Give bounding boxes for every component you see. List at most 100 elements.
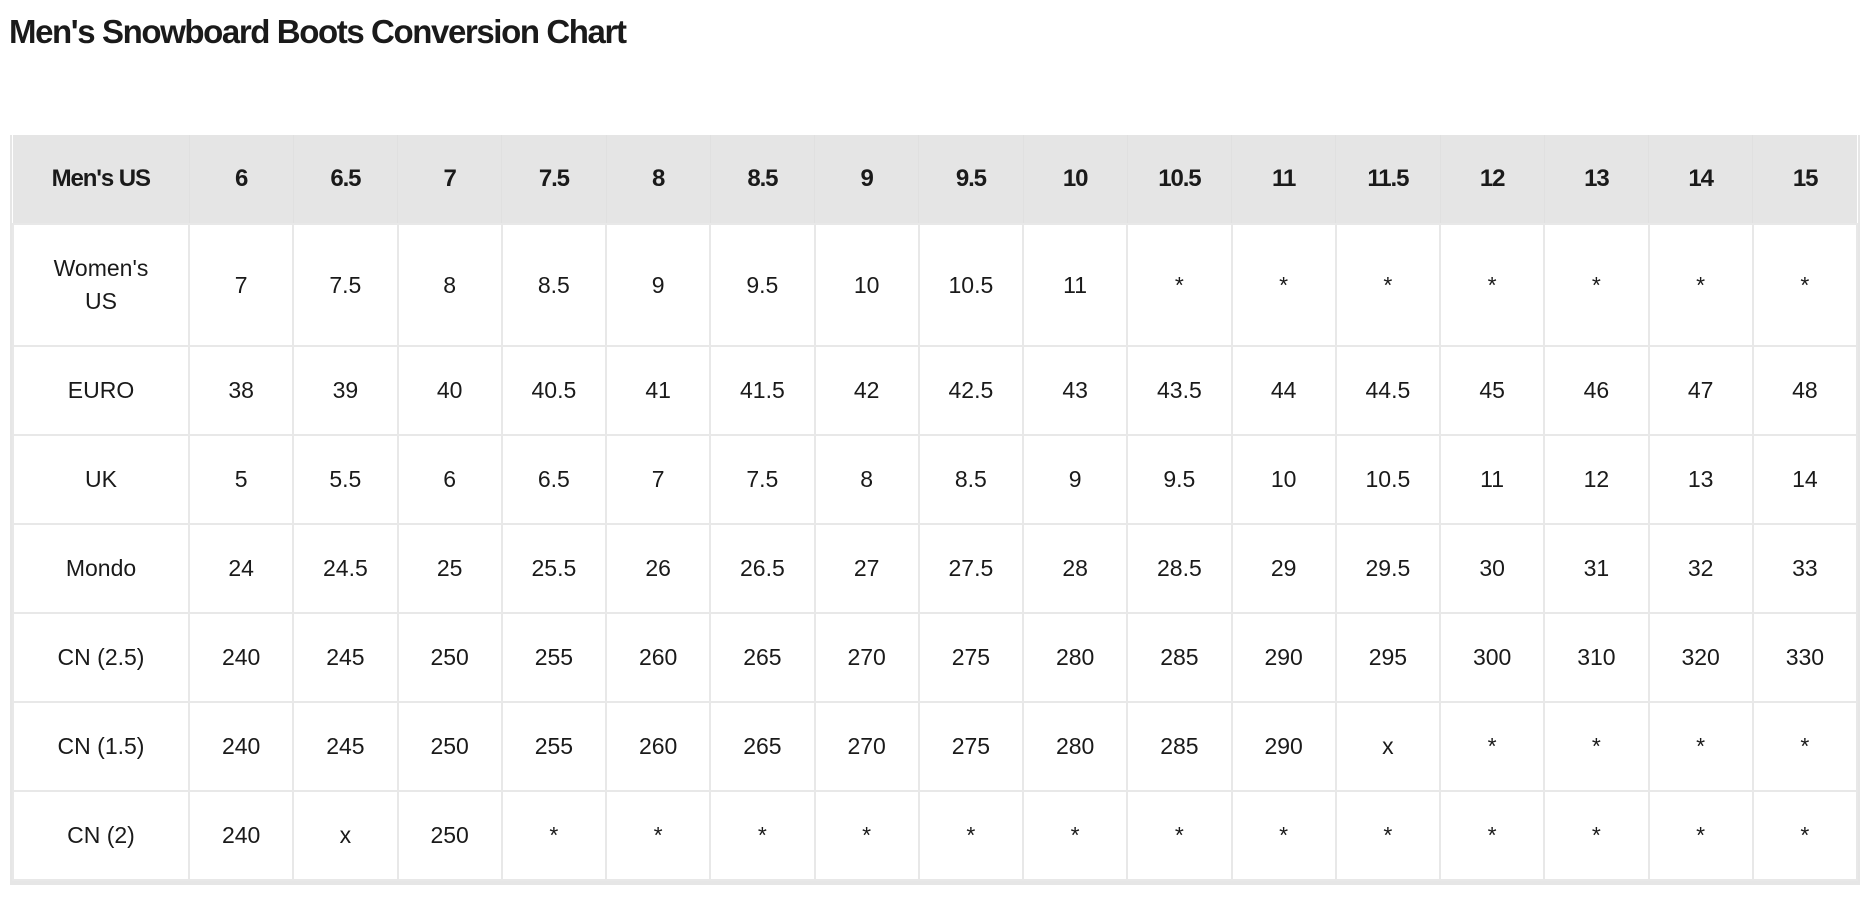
header-size-cell: 7.5 [501, 135, 606, 224]
header-size-cell: 10.5 [1126, 135, 1232, 224]
row-label: Mondo [12, 523, 190, 614]
table-cell: 295 [1334, 612, 1442, 703]
table-cell: * [1751, 790, 1859, 881]
table-cell: 280 [1021, 612, 1129, 703]
table-cell: 265 [709, 701, 816, 792]
table-cell: * [1230, 790, 1337, 881]
table-cell: 250 [396, 790, 503, 881]
table-cell: 46 [1543, 345, 1650, 436]
table-cell: 24.5 [292, 523, 399, 614]
table-cell: 28.5 [1126, 523, 1233, 614]
size-conversion-table-container: Men's US 6 6.5 7 7.5 8 8.5 9 9.5 10 10.5 11 11.5 12 1… [10, 135, 1860, 885]
row-label: CN (1.5) [12, 701, 190, 792]
size-conversion-table: Men's US 6 6.5 7 7.5 8 8.5 9 9.5 10 10.5 11 11.5 12 1… [12, 135, 1859, 881]
table-cell: 8 [396, 223, 503, 347]
header-row: Men's US 6 6.5 7 7.5 8 8.5 9 9.5 10 10.5 11 11.5 12 1… [13, 135, 1857, 224]
table-cell: * [1543, 223, 1650, 347]
table-cell: * [1126, 790, 1233, 881]
table-cell: 7 [187, 223, 295, 347]
table-cell: 250 [396, 701, 503, 792]
table-cell: 43 [1021, 345, 1129, 436]
table-cell: * [1126, 223, 1233, 347]
table-cell: 11 [1021, 223, 1129, 347]
table-cell: * [604, 790, 712, 881]
table-cell: * [1438, 223, 1546, 347]
table-cell: 28 [1021, 523, 1129, 614]
table-body: Women's US 7 7.5 8 8.5 9 9.5 10 10.5 11 * * * * * * * EUR… [12, 223, 1859, 881]
table-cell: 6.5 [500, 434, 608, 525]
table-cell: 30 [1438, 523, 1546, 614]
table-cell: 25 [396, 523, 503, 614]
table-cell: 290 [1230, 701, 1337, 792]
table-cell: 255 [500, 701, 608, 792]
table-cell: * [1647, 701, 1754, 792]
table-cell: 6 [396, 434, 503, 525]
header-label-mens-us: Men's US [13, 135, 189, 224]
table-cell: 10 [1230, 434, 1337, 525]
header-size-cell: 14 [1647, 135, 1753, 224]
table-cell: * [500, 790, 608, 881]
table-row: UK 5 5.5 6 6.5 7 7.5 8 8.5 9 9.5 10 10.5 11 12 13 14 [12, 434, 1859, 525]
table-cell: 260 [604, 701, 712, 792]
header-size-cell: 11 [1230, 135, 1336, 224]
header-size-cell: 7 [396, 135, 502, 224]
table-cell: 8.5 [500, 223, 608, 347]
table-cell: * [1334, 790, 1442, 881]
table-cell: 42.5 [917, 345, 1025, 436]
table-row: CN (2) 240 x 250 * * * * * * * * * * * * * [12, 790, 1859, 881]
table-cell: 11 [1438, 434, 1546, 525]
row-label: CN (2) [12, 790, 190, 881]
table-cell: 31 [1543, 523, 1650, 614]
header-size-cell: 10 [1022, 135, 1128, 224]
table-cell: * [1543, 701, 1650, 792]
table-cell: 7.5 [292, 223, 399, 347]
table-cell: * [813, 790, 920, 881]
header-size-cell: 8 [605, 135, 711, 224]
table-cell: * [1230, 223, 1337, 347]
table-cell: * [709, 790, 816, 881]
table-cell: 10.5 [917, 223, 1025, 347]
header-size-cell: 9.5 [918, 135, 1023, 224]
table-cell: 40.5 [500, 345, 608, 436]
table-cell: 5.5 [292, 434, 399, 525]
table-cell: 8 [813, 434, 920, 525]
table-cell: 38 [187, 345, 295, 436]
table-cell: 250 [396, 612, 503, 703]
table-cell: 8.5 [917, 434, 1025, 525]
table-cell: 5 [187, 434, 295, 525]
table-row: CN (2.5) 240 245 250 255 260 265 270 275 280 285 29… [12, 612, 1859, 703]
table-cell: 7 [604, 434, 712, 525]
table-cell: 41.5 [709, 345, 816, 436]
table-cell: 48 [1751, 345, 1859, 436]
table-cell: 275 [917, 612, 1025, 703]
table-cell: 29 [1230, 523, 1337, 614]
table-cell: 9 [604, 223, 712, 347]
table-cell: 240 [187, 790, 295, 881]
page-title: Men's Snowboard Boots Conversion Chart [9, 13, 627, 50]
table-cell: * [1647, 223, 1754, 347]
row-label: UK [12, 434, 190, 525]
row-label: EURO [12, 345, 190, 436]
table-cell: 9.5 [1126, 434, 1233, 525]
table-header: Men's US 6 6.5 7 7.5 8 8.5 9 9.5 10 10.5 11 11.5 12 1… [13, 135, 1857, 224]
header-size-cell: 6.5 [292, 135, 398, 224]
header-size-cell: 6 [188, 135, 294, 224]
table-cell: * [1438, 701, 1546, 792]
table-cell: 285 [1126, 701, 1233, 792]
table-cell: 255 [500, 612, 608, 703]
table-row: CN (1.5) 240 245 250 255 260 265 270 275 280 285 29… [12, 701, 1859, 792]
table-cell: 24 [187, 523, 295, 614]
table-row: EURO 38 39 40 40.5 41 41.5 42 42.5 43 43.5 44 44.5 45… [12, 345, 1859, 436]
table-cell: 7.5 [709, 434, 816, 525]
table-cell: 260 [604, 612, 712, 703]
table-cell: 290 [1230, 612, 1337, 703]
table-cell: 9.5 [709, 223, 816, 347]
table-cell: 9 [1021, 434, 1129, 525]
table-cell: 44.5 [1334, 345, 1442, 436]
table-cell: 43.5 [1126, 345, 1233, 436]
table-cell: 47 [1647, 345, 1754, 436]
table-cell: 240 [187, 701, 295, 792]
table-cell: 33 [1751, 523, 1859, 614]
header-size-cell: 13 [1543, 135, 1649, 224]
table-cell: 13 [1647, 434, 1754, 525]
